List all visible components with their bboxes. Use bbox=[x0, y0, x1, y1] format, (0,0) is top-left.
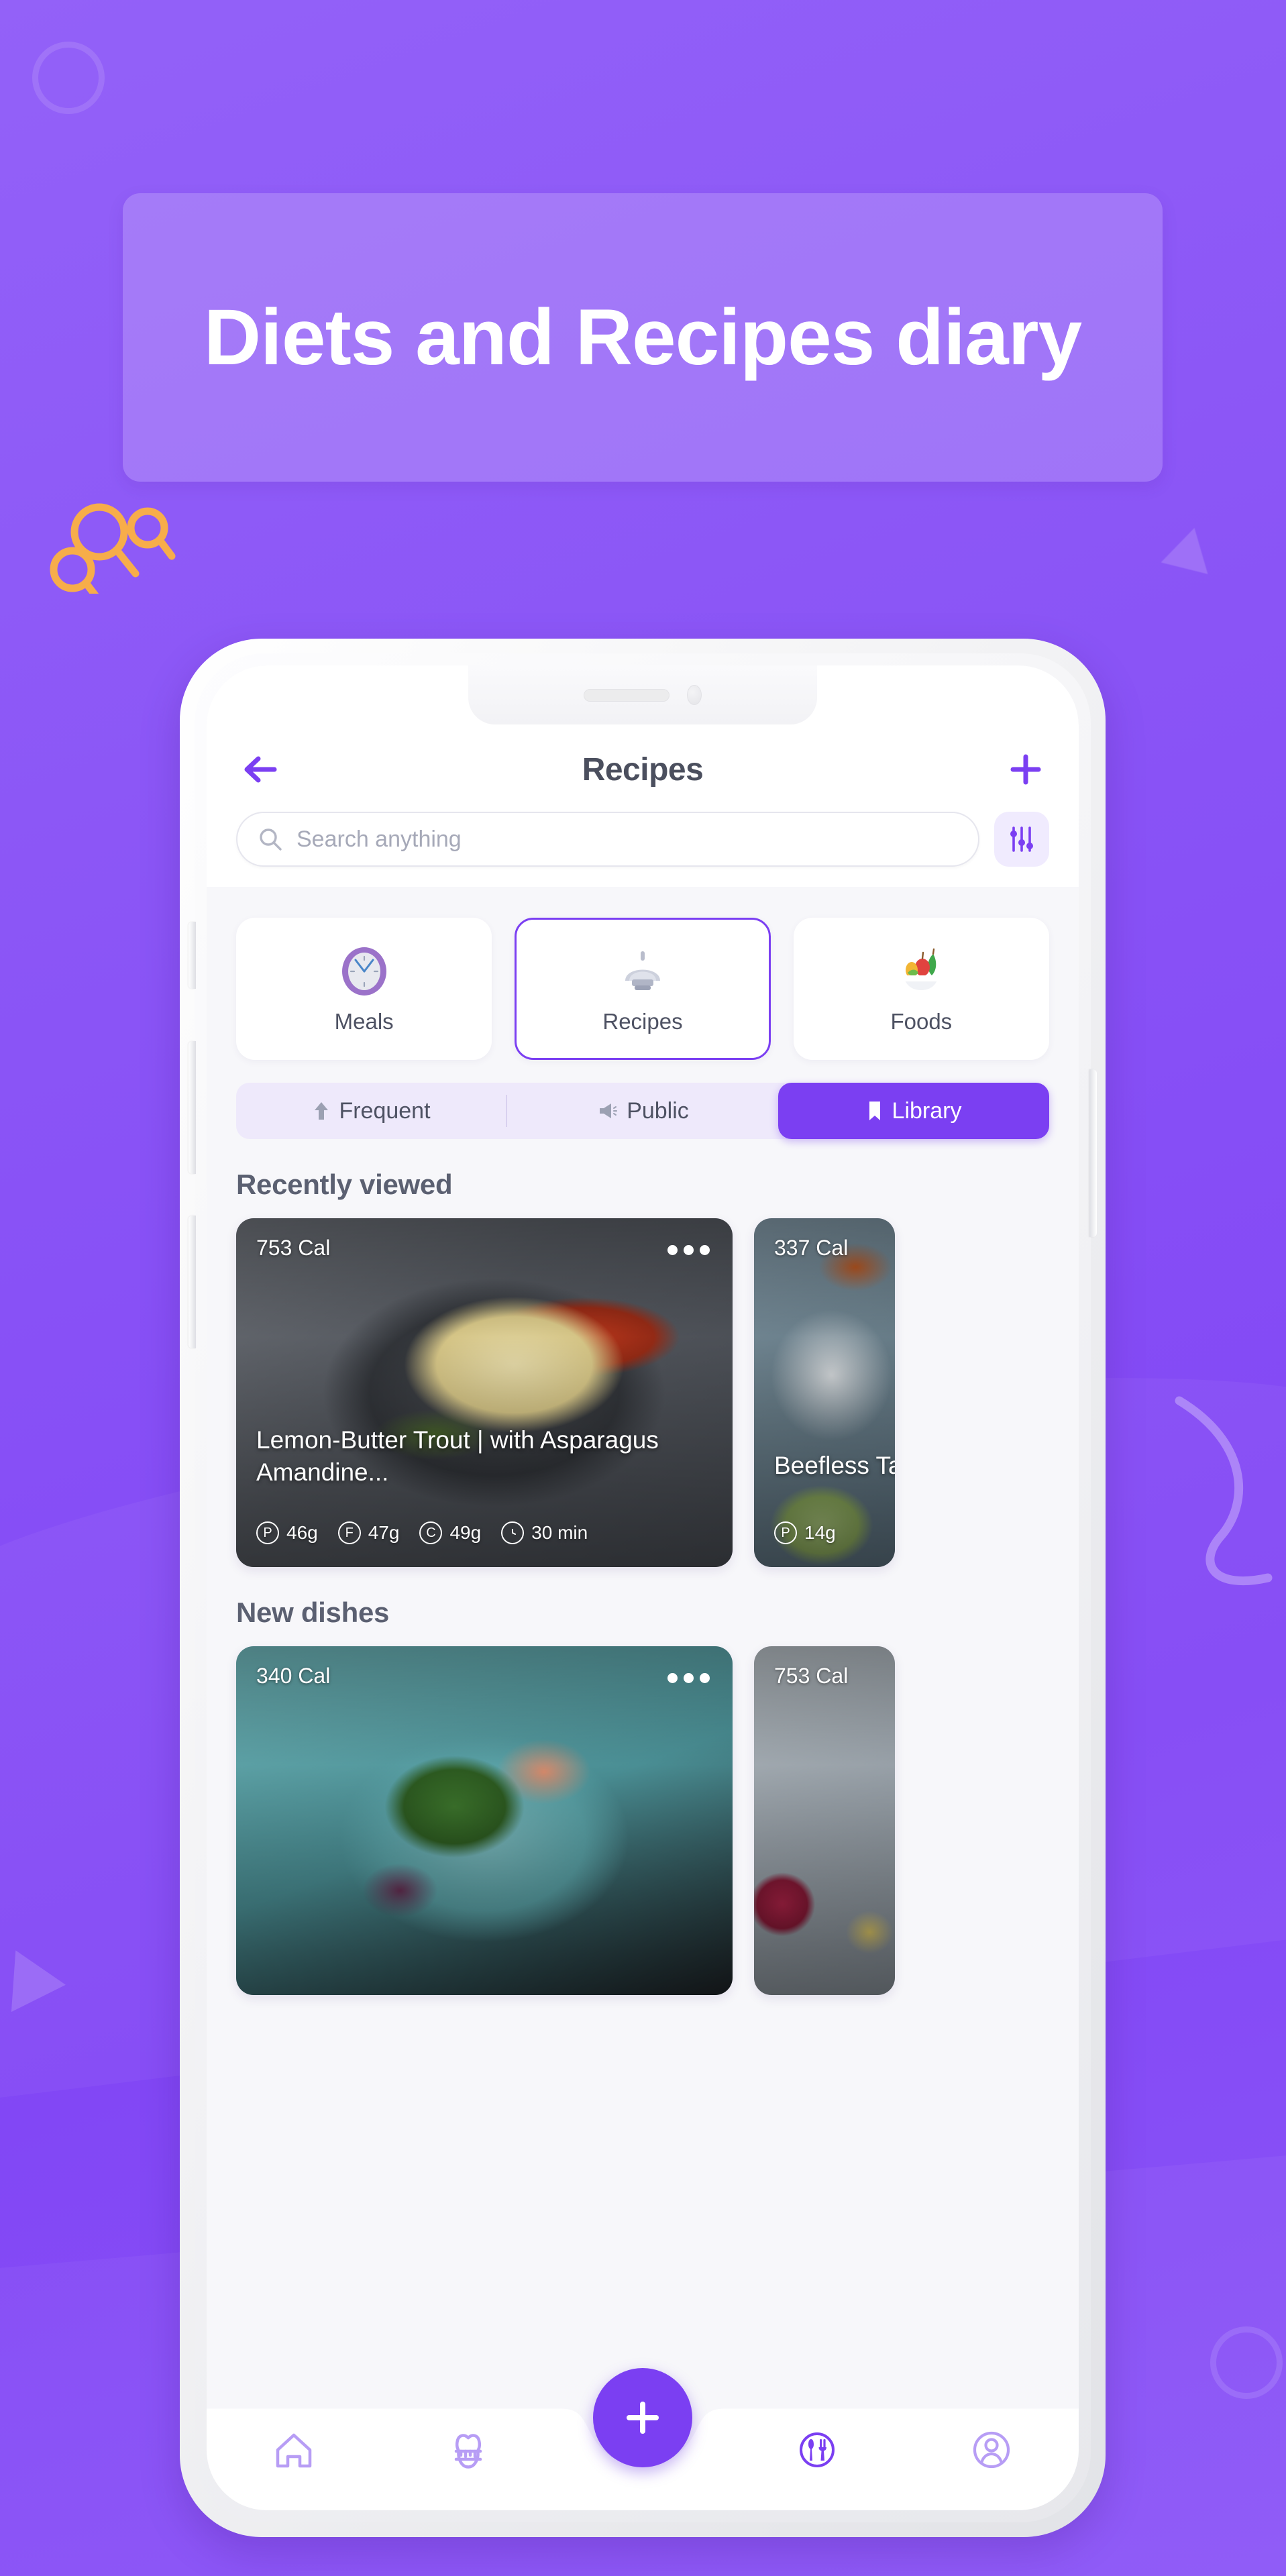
megaphone-icon bbox=[600, 1104, 618, 1118]
macro-value: 14g bbox=[804, 1522, 836, 1543]
macro-key: P bbox=[256, 1521, 279, 1544]
recipe-card[interactable]: 753 Cal Lemon-Butter Trout | with Aspara… bbox=[236, 1218, 733, 1567]
home-icon bbox=[276, 2433, 312, 2468]
add-floating-action-button[interactable] bbox=[593, 2368, 692, 2467]
macro-value: 46g bbox=[286, 1522, 318, 1543]
recipe-rail-new-dishes[interactable]: 340 Cal 753 Cal bbox=[236, 1646, 1049, 1995]
calorie-badge: 753 Cal bbox=[774, 1664, 849, 1688]
phone-silent-switch bbox=[189, 922, 196, 989]
header-row: Recipes bbox=[236, 745, 1049, 794]
category-row: Meals Recipes Foods bbox=[236, 887, 1049, 1083]
section-title-recently-viewed: Recently viewed bbox=[236, 1169, 453, 1200]
calorie-badge: 337 Cal bbox=[774, 1236, 849, 1260]
macro-value: 47g bbox=[368, 1522, 400, 1543]
more-horizontal-icon[interactable] bbox=[667, 1673, 710, 1683]
photo-overlay bbox=[236, 1646, 733, 1995]
bookmark-icon bbox=[869, 1102, 880, 1120]
notch-camera bbox=[687, 685, 702, 705]
segment-frequent[interactable]: Frequent bbox=[236, 1083, 507, 1139]
filter-button[interactable] bbox=[994, 812, 1049, 867]
more-horizontal-icon[interactable] bbox=[667, 1245, 710, 1255]
macro-value: 30 min bbox=[531, 1522, 588, 1543]
plus-icon bbox=[627, 2402, 659, 2434]
calorie-badge: 340 Cal bbox=[256, 1664, 331, 1688]
recipe-title: Lemon-Butter Trout | with Asparagus Aman… bbox=[256, 1426, 659, 1486]
filter-segmented-control: Frequent Public Library bbox=[236, 1083, 1049, 1139]
nav-profile[interactable] bbox=[904, 2426, 1079, 2474]
category-card-foods[interactable]: Foods bbox=[793, 918, 1049, 1060]
phone-screen: Recipes Search anything Meals Recipes Fo… bbox=[207, 665, 1079, 2510]
triangle-icon bbox=[1161, 522, 1218, 574]
phone-power-button bbox=[1089, 1069, 1097, 1237]
triangle-icon bbox=[11, 1950, 68, 2016]
clock-icon bbox=[501, 1521, 525, 1544]
back-button[interactable] bbox=[236, 746, 283, 793]
s-curve-icon bbox=[1175, 1396, 1273, 1585]
category-label: Recipes bbox=[602, 1009, 683, 1034]
calorie-badge: 753 Cal bbox=[256, 1236, 331, 1260]
arrow-left-icon bbox=[244, 756, 277, 783]
cloche-dome-icon bbox=[614, 943, 671, 1000]
fruit-bowl-icon bbox=[893, 943, 949, 1000]
recipe-card[interactable]: 340 Cal bbox=[236, 1646, 733, 1995]
macro-carbs: C 49g bbox=[419, 1521, 481, 1544]
macro-key: C bbox=[419, 1521, 443, 1544]
nav-diet[interactable] bbox=[381, 2426, 555, 2474]
macro-value: 49g bbox=[449, 1522, 482, 1543]
apple-measure-icon bbox=[454, 2434, 482, 2469]
bottom-navigation bbox=[207, 2368, 1079, 2510]
macro-protein: P 46g bbox=[256, 1521, 318, 1544]
search-placeholder-text: Search anything bbox=[297, 826, 462, 852]
search-row: Search anything bbox=[236, 812, 1049, 867]
page-title: Diets and Recipes diary bbox=[203, 292, 1082, 382]
category-label: Foods bbox=[890, 1009, 953, 1034]
macro-time: 30 min bbox=[501, 1521, 588, 1544]
photo-overlay bbox=[236, 1218, 733, 1567]
phone-notch bbox=[468, 665, 817, 724]
macro-key: P bbox=[774, 1521, 797, 1544]
add-recipe-button[interactable] bbox=[1002, 746, 1049, 793]
search-icon bbox=[260, 828, 282, 851]
recipe-title: Beefless Tacos bbox=[774, 1451, 895, 1479]
recipe-card[interactable]: 337 Cal Beefless Tacos P 14g bbox=[754, 1218, 895, 1567]
category-card-recipes[interactable]: Recipes bbox=[515, 918, 771, 1060]
arrow-up-icon bbox=[315, 1102, 329, 1120]
phone-bezel: Recipes Search anything Meals Recipes Fo… bbox=[189, 653, 1097, 2522]
segment-public[interactable]: Public bbox=[507, 1083, 778, 1139]
category-label: Meals bbox=[334, 1009, 394, 1034]
circle-outline-icon bbox=[32, 42, 105, 114]
plus-icon bbox=[1010, 754, 1041, 785]
clock-icon bbox=[336, 943, 392, 1000]
macro-row: P 14g bbox=[774, 1521, 836, 1544]
magnifier-group-icon bbox=[50, 503, 176, 594]
search-input[interactable]: Search anything bbox=[236, 812, 979, 867]
macro-fat: F 47g bbox=[337, 1521, 400, 1544]
segment-label: Frequent bbox=[339, 1097, 431, 1124]
phone-mockup: Recipes Search anything Meals Recipes Fo… bbox=[180, 639, 1106, 2537]
sliders-icon bbox=[1010, 826, 1033, 852]
segment-label: Public bbox=[627, 1097, 689, 1124]
fork-knife-plate-icon bbox=[800, 2432, 835, 2467]
photo-overlay bbox=[754, 1218, 895, 1567]
user-circle-icon bbox=[973, 2431, 1010, 2469]
macro-protein: P 14g bbox=[774, 1521, 836, 1544]
photo-overlay bbox=[754, 1646, 895, 1995]
segment-label: Library bbox=[892, 1097, 962, 1124]
circle-outline-icon bbox=[1210, 2326, 1283, 2399]
phone-volume-up-button bbox=[189, 1041, 196, 1174]
hero-title-card: Diets and Recipes diary bbox=[123, 193, 1163, 482]
macro-row: P 46g F 47g C 49g 30 min bbox=[256, 1521, 588, 1544]
notch-speaker bbox=[584, 688, 669, 702]
section-title-new-dishes: New dishes bbox=[236, 1597, 390, 1628]
recipe-card[interactable]: 753 Cal bbox=[754, 1646, 895, 1995]
category-card-meals[interactable]: Meals bbox=[236, 918, 492, 1060]
macro-key: F bbox=[337, 1521, 361, 1544]
phone-volume-down-button bbox=[189, 1216, 196, 1348]
recipe-rail-recently-viewed[interactable]: 753 Cal Lemon-Butter Trout | with Aspara… bbox=[236, 1218, 1049, 1567]
page-title: Recipes bbox=[582, 751, 704, 788]
nav-home[interactable] bbox=[207, 2426, 381, 2474]
app-body: Meals Recipes Foods Frequent Public Libr… bbox=[207, 887, 1079, 1995]
nav-recipes[interactable] bbox=[730, 2426, 904, 2474]
segment-library[interactable]: Library bbox=[778, 1083, 1049, 1139]
